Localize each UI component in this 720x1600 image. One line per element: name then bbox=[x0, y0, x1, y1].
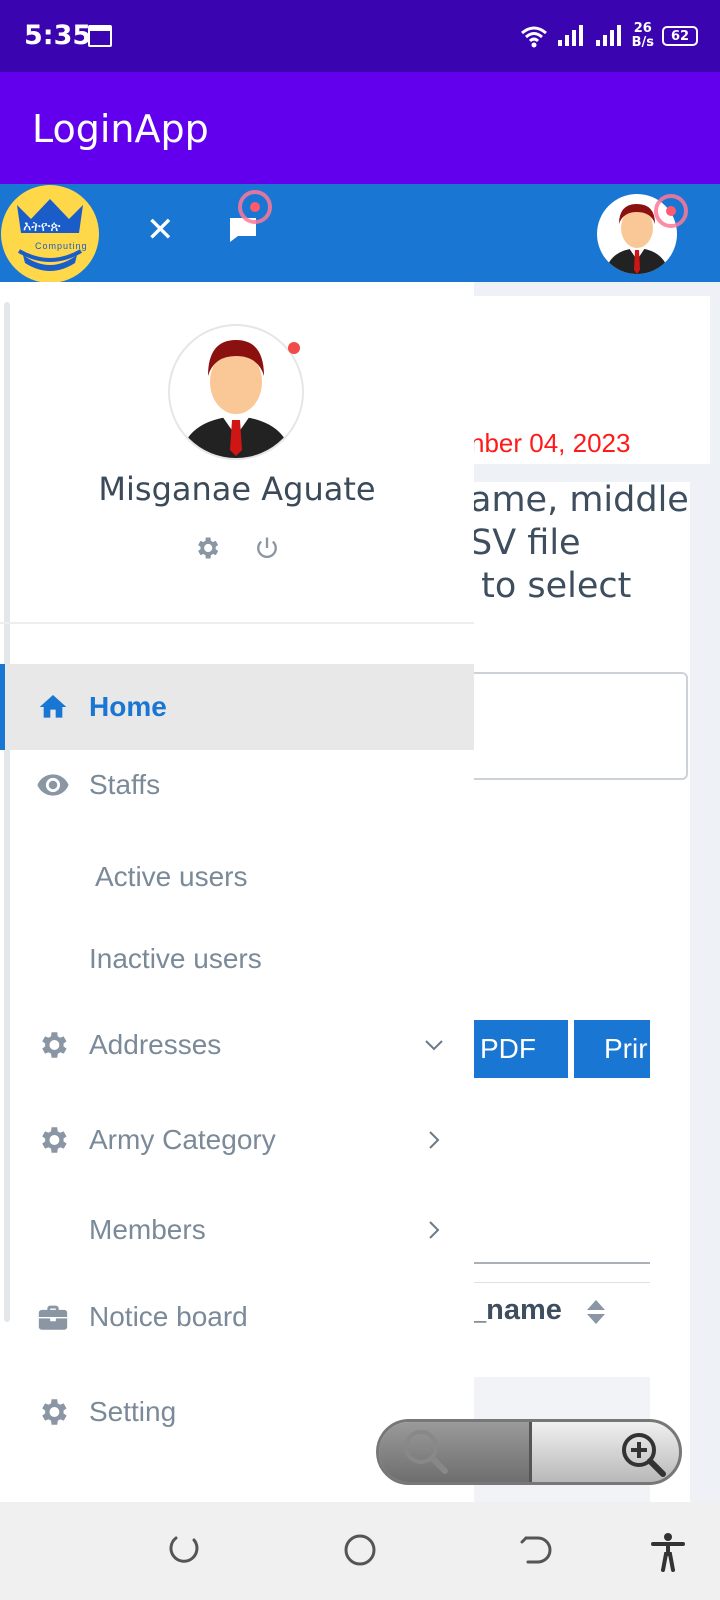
nav-item-active-users[interactable]: Active users bbox=[0, 834, 474, 920]
gear-icon[interactable] bbox=[193, 534, 221, 562]
network-speed-value: 26 bbox=[633, 21, 652, 36]
logo-text: እትዮጵ bbox=[23, 219, 61, 235]
gear-icon bbox=[36, 1028, 70, 1062]
briefcase-icon bbox=[36, 1300, 70, 1334]
table-divider-2 bbox=[470, 1282, 650, 1283]
status-indicators: 26 B/s 62 bbox=[520, 18, 698, 54]
date-card: nber 04, 2023 bbox=[470, 296, 710, 464]
zoom-control bbox=[376, 1419, 682, 1485]
notification-indicator-2 bbox=[654, 194, 688, 228]
zoom-in-button[interactable] bbox=[619, 1430, 669, 1482]
network-speed: 26 B/s bbox=[632, 22, 654, 50]
sort-icon[interactable] bbox=[585, 1298, 607, 1326]
nav-item-home[interactable]: Home bbox=[0, 664, 474, 750]
nav-label-army-category: Army Category bbox=[89, 1124, 276, 1155]
nav-label-home: Home bbox=[89, 691, 167, 722]
nav-item-members[interactable]: Members bbox=[0, 1187, 474, 1273]
print-button[interactable]: Prir bbox=[574, 1020, 650, 1078]
recent-apps-icon[interactable] bbox=[166, 1532, 202, 1568]
chevron-down-icon bbox=[425, 1040, 443, 1051]
pdf-button[interactable]: PDF bbox=[470, 1020, 568, 1078]
status-bar: 5:35 26 B/s 62 bbox=[0, 0, 720, 72]
system-navigation-bar bbox=[0, 1502, 720, 1600]
zoom-out-button[interactable] bbox=[379, 1422, 532, 1482]
instruction-text: ame, middle SV file to select bbox=[470, 480, 689, 606]
nav-item-army-category[interactable]: Army Category bbox=[0, 1097, 474, 1183]
zoom-in-icon bbox=[622, 1433, 666, 1477]
app-bar: LoginApp bbox=[0, 72, 720, 184]
back-icon[interactable] bbox=[518, 1532, 554, 1568]
drawer-divider bbox=[0, 622, 474, 624]
table-column-header[interactable]: _name bbox=[470, 1294, 562, 1327]
file-input[interactable] bbox=[470, 672, 688, 780]
profile-avatar[interactable] bbox=[168, 324, 304, 460]
gear-icon bbox=[36, 1395, 70, 1429]
nav-item-staffs[interactable]: Staffs bbox=[0, 742, 474, 828]
close-drawer-button[interactable]: ✕ bbox=[146, 210, 175, 250]
nav-label-inactive-users: Inactive users bbox=[89, 943, 262, 974]
zoom-out-icon bbox=[404, 1430, 448, 1474]
nav-label-active-users: Active users bbox=[95, 861, 248, 892]
accessibility-icon[interactable] bbox=[650, 1532, 686, 1572]
power-icon[interactable] bbox=[253, 534, 281, 562]
battery-level: 62 bbox=[670, 28, 690, 44]
nav-label-setting: Setting bbox=[89, 1396, 177, 1427]
notification-indicator bbox=[238, 190, 272, 224]
nav-label-members: Members bbox=[89, 1214, 206, 1245]
upload-card bbox=[470, 482, 690, 1502]
background-page: nber 04, 2023 ame, middle SV file to sel… bbox=[470, 282, 720, 1502]
nav-item-notice-board[interactable]: Notice board bbox=[0, 1274, 474, 1360]
battery-icon: 62 bbox=[662, 26, 698, 46]
nav-label-notice-board: Notice board bbox=[89, 1301, 248, 1332]
calendar-icon bbox=[88, 25, 112, 47]
chevron-right-icon bbox=[429, 1221, 440, 1239]
status-time: 5:35 bbox=[24, 20, 92, 51]
nav-item-inactive-users[interactable]: Inactive users bbox=[0, 916, 474, 1002]
nav-label-addresses: Addresses bbox=[89, 1029, 222, 1060]
online-status-dot bbox=[288, 342, 300, 354]
web-header: እትዮጵ Computing ✕ bbox=[0, 184, 720, 283]
eye-icon bbox=[36, 768, 70, 802]
navigation-drawer: Misganae Aguate Home Staffs Active users… bbox=[0, 282, 474, 1502]
date-text: nber 04, 2023 bbox=[470, 428, 631, 458]
logo-subtext: Computing bbox=[35, 241, 88, 251]
table-divider bbox=[470, 1262, 650, 1264]
home-button-icon[interactable] bbox=[342, 1532, 378, 1568]
man-avatar-icon bbox=[180, 340, 292, 458]
app-title: LoginApp bbox=[32, 107, 209, 151]
nav-label-staffs: Staffs bbox=[89, 769, 161, 800]
network-speed-unit: B/s bbox=[631, 35, 654, 50]
chevron-right-icon bbox=[429, 1131, 440, 1149]
profile-name: Misganae Aguate bbox=[98, 470, 376, 508]
nav-item-addresses[interactable]: Addresses bbox=[0, 1002, 474, 1088]
signal-icon bbox=[557, 25, 583, 46]
gear-icon bbox=[36, 1123, 70, 1157]
wifi-icon bbox=[520, 26, 547, 48]
logo[interactable]: እትዮጵ Computing bbox=[1, 185, 99, 283]
home-icon bbox=[36, 690, 70, 724]
signal-icon-2 bbox=[595, 25, 621, 46]
